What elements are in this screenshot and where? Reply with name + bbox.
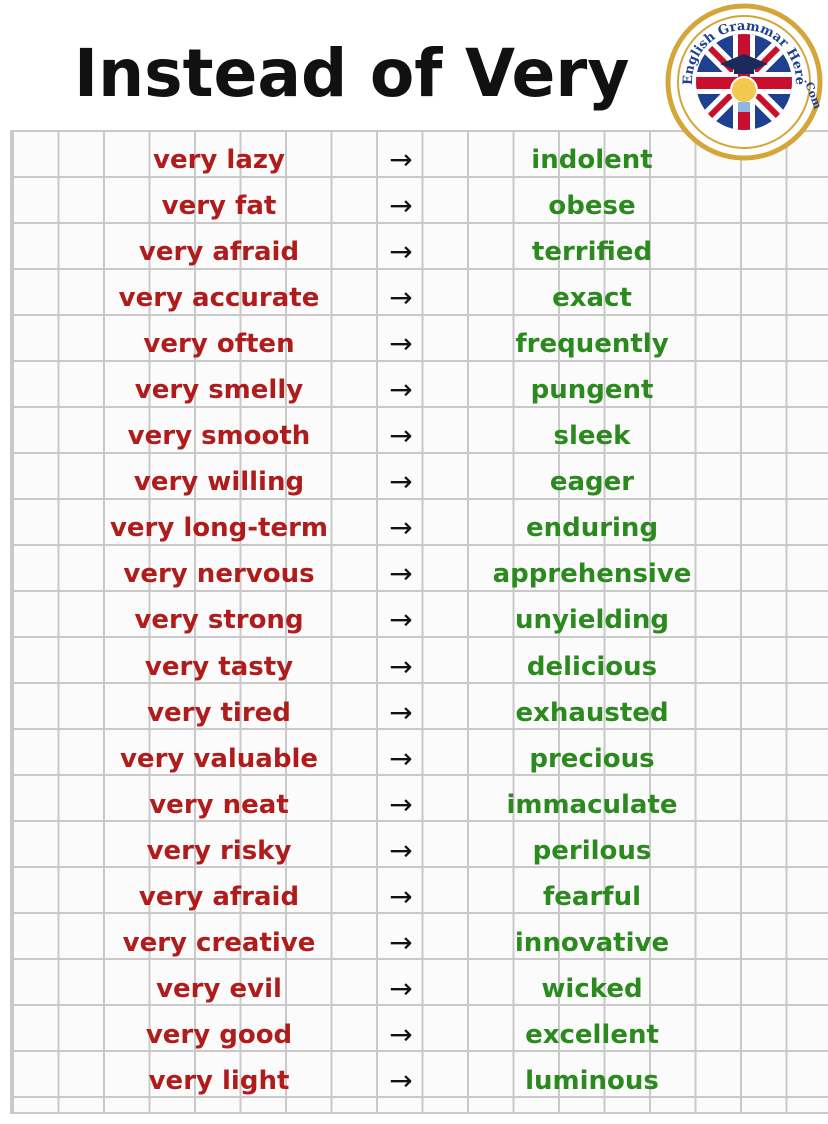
original-phrase: very accurate [118,283,320,314]
right-arrow-icon: → [389,281,413,315]
original-phrase: very evil [156,973,282,1004]
replacement-word: excellent [525,1019,659,1050]
original-phrase: very creative [122,927,316,958]
right-arrow-icon: → [389,327,413,361]
right-arrow-icon: → [389,143,413,176]
right-arrow-icon: → [389,189,413,223]
original-phrase: very smelly [134,375,304,406]
right-arrow-icon: → [389,695,413,729]
right-arrow-icon: → [389,465,413,499]
replacement-word: pungent [530,375,654,406]
word-pair-row: very valuable → precious [0,737,828,783]
page-title: Instead of Very [74,35,630,112]
word-pair-row: very fat → obese [0,184,828,230]
right-arrow-icon: → [389,1017,413,1051]
replacement-word: apprehensive [492,559,692,590]
original-phrase: very smooth [127,421,311,452]
right-arrow-icon: → [389,557,413,591]
word-pair-row: very evil → wicked [0,967,828,1013]
word-pair-row: very willing → eager [0,460,828,506]
word-pair-row: very neat → immaculate [0,783,828,829]
right-arrow-icon: → [389,741,413,775]
original-phrase: very neat [149,789,289,820]
right-arrow-icon: → [389,787,413,821]
original-phrase: very lazy [153,145,285,175]
right-arrow-icon: → [389,419,413,453]
right-arrow-icon: → [389,879,413,913]
replacement-word: unyielding [514,605,670,636]
word-pair-row: very afraid → terrified [0,230,828,276]
word-pair-row: very tired → exhausted [0,691,828,737]
original-phrase: very often [143,329,295,360]
replacement-word: obese [548,191,636,222]
right-arrow-icon: → [389,603,413,637]
original-phrase: very long-term [109,513,329,544]
original-phrase: very willing [133,467,305,498]
replacement-word: wicked [541,973,643,1004]
word-pair-row: very nervous → apprehensive [0,552,828,598]
original-phrase: very risky [146,835,292,866]
replacement-word: exhausted [515,697,669,728]
original-phrase: very valuable [119,743,319,774]
word-pair-row: very smelly → pungent [0,368,828,414]
word-pair-row: very often → frequently [0,322,828,368]
right-arrow-icon: → [389,373,413,407]
right-arrow-icon: → [389,925,413,959]
original-phrase: very afraid [138,237,300,268]
replacement-word: luminous [525,1065,659,1096]
replacement-word: indolent [531,145,653,175]
word-pair-row: very tasty → delicious [0,645,828,691]
replacement-word: perilous [532,835,652,866]
replacement-word: frequently [515,329,669,360]
word-pair-row: very afraid → fearful [0,875,828,921]
word-pair-row: very smooth → sleek [0,414,828,460]
replacement-word: exact [552,283,632,314]
replacement-word: innovative [514,927,670,958]
right-arrow-icon: → [389,649,413,683]
replacement-word: precious [529,743,655,774]
replacement-word: delicious [526,651,658,682]
right-arrow-icon: → [389,235,413,269]
replacement-word: terrified [531,237,653,268]
original-phrase: very fat [161,191,277,222]
right-arrow-icon: → [389,971,413,1005]
original-phrase: very tired [147,697,291,728]
word-pair-row: very creative → innovative [0,921,828,967]
replacement-word: enduring [525,513,659,544]
replacement-word: fearful [542,881,642,912]
original-phrase: very tasty [144,651,294,682]
right-arrow-icon: → [389,511,413,545]
word-pair-row: very risky → perilous [0,829,828,875]
original-phrase: very strong [134,605,304,636]
word-pair-row: very light → luminous [0,1059,828,1105]
right-arrow-icon: → [389,1063,413,1097]
word-pair-row: very strong → unyielding [0,598,828,644]
original-phrase: very light [148,1065,290,1096]
original-phrase: very nervous [123,559,315,590]
replacement-word: eager [549,467,635,498]
right-arrow-icon: → [389,833,413,867]
word-pair-list: very lazy → indolent very fat → obese very afr… [0,138,828,1105]
word-pair-row: very accurate → exact [0,276,828,322]
word-pair-row: very good → excellent [0,1013,828,1059]
original-phrase: very afraid [138,881,300,912]
original-phrase: very good [145,1019,293,1050]
word-pair-row: very long-term → enduring [0,506,828,552]
replacement-word: sleek [553,421,631,452]
word-pair-row: very lazy → indolent [0,138,828,184]
replacement-word: immaculate [506,789,678,820]
